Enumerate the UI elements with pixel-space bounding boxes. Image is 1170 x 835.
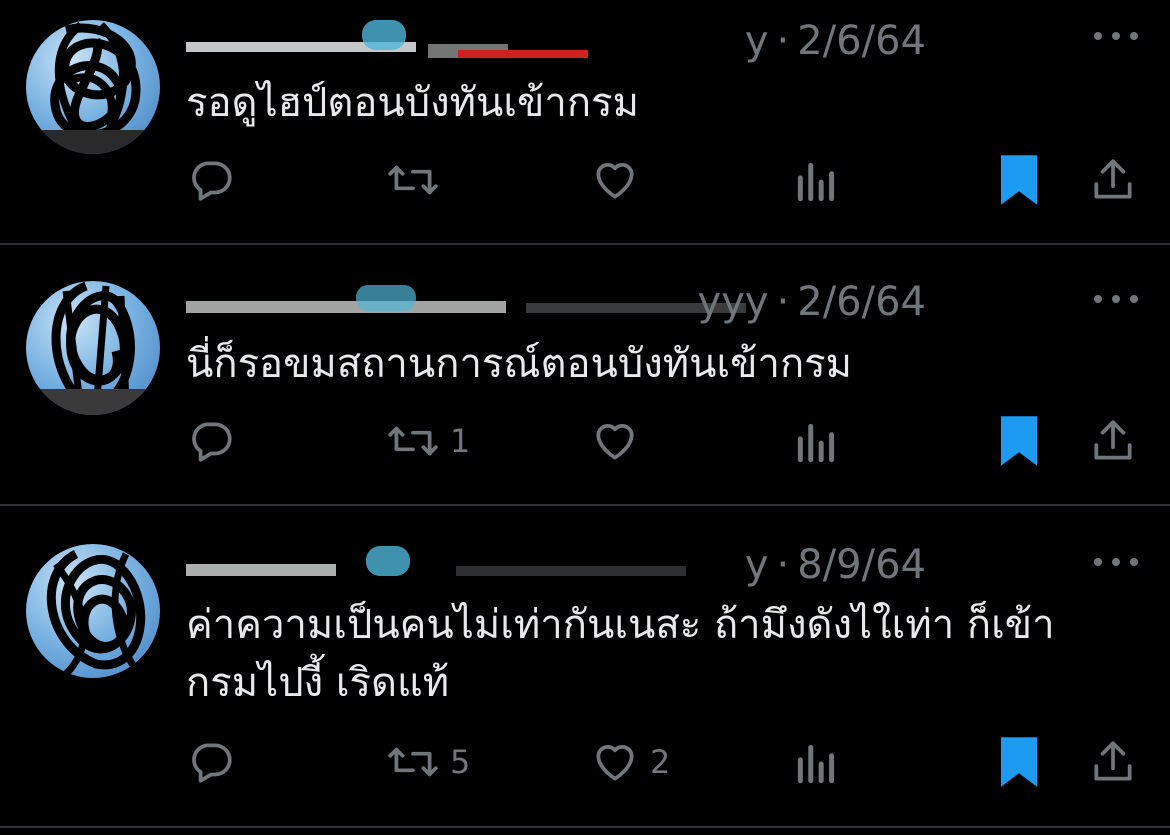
share-icon: [1094, 741, 1132, 781]
avatar-scribble: [26, 281, 160, 415]
bookmark-button[interactable]: [996, 150, 1042, 210]
meta-separator: ·: [776, 18, 790, 64]
like-button[interactable]: [590, 411, 650, 471]
retweet-icon: [388, 165, 438, 195]
heart-icon: [596, 163, 634, 199]
share-button[interactable]: [1088, 150, 1138, 210]
avatar[interactable]: [26, 20, 160, 154]
tweet[interactable]: y · 8/9/64 ค่าความเป็นคนไม่เท่ากันเนสะ ถ…: [0, 506, 1170, 835]
like-button[interactable]: 2: [590, 732, 670, 792]
tweet-feed: y · 2/6/64 รอดูไฮป์ตอนบังทันเข้ากรม yyy …: [0, 0, 1170, 835]
handle-tail: yyy: [697, 279, 769, 325]
bookmark-icon: [1001, 155, 1037, 205]
reply-icon: [192, 161, 232, 201]
bookmark-button[interactable]: [996, 732, 1042, 792]
tweet-header: y · 2/6/64: [186, 14, 926, 70]
tweet[interactable]: yyy · 2/6/64 นี่ก็รอขมสถานการณ์ตอนบังทัน…: [0, 245, 1170, 505]
more-icon[interactable]: [1094, 289, 1138, 309]
more-icon[interactable]: [1094, 552, 1138, 572]
tweet-date[interactable]: 2/6/64: [797, 279, 926, 325]
retweet-button[interactable]: 5: [386, 732, 470, 792]
avatar[interactable]: [26, 544, 160, 678]
share-icon: [1094, 159, 1132, 199]
avatar-scribble: [26, 21, 160, 154]
heart-icon: [596, 745, 634, 781]
more-icon[interactable]: [1094, 26, 1138, 46]
redacted-display-name: [186, 546, 686, 582]
handle-tail: y: [744, 542, 769, 588]
retweet-icon: [388, 747, 438, 777]
tweet-header: yyy · 2/6/64: [186, 275, 926, 331]
bookmark-button[interactable]: [996, 411, 1042, 471]
redacted-display-name: [186, 20, 588, 58]
tweet-text: ค่าความเป็นคนไม่เท่ากันเนสะ ถ้ามึงดังไใเ…: [186, 602, 1055, 706]
retweet-count: 5: [450, 743, 471, 781]
tweet-actions: 1: [0, 411, 1170, 471]
share-icon: [1094, 420, 1132, 460]
analytics-icon: [797, 423, 835, 463]
retweet-count: 1: [450, 422, 471, 460]
like-button[interactable]: [590, 150, 650, 210]
reply-button[interactable]: [186, 150, 246, 210]
views-button[interactable]: [794, 411, 840, 471]
reply-button[interactable]: [186, 411, 246, 471]
tweet-text: นี่ก็รอขมสถานการณ์ตอนบังทันเข้ากรม: [186, 341, 853, 387]
tweet-actions: 5 2: [0, 732, 1170, 792]
meta-separator: ·: [776, 542, 790, 588]
reply-button[interactable]: [186, 732, 246, 792]
reply-icon: [192, 743, 232, 783]
views-button[interactable]: [794, 150, 840, 210]
tweet-meta: yyy · 2/6/64: [698, 277, 926, 327]
handle-tail: y: [744, 18, 769, 64]
tweet-divider: [0, 826, 1170, 828]
retweet-button[interactable]: [386, 150, 450, 210]
tweet[interactable]: y · 2/6/64 รอดูไฮป์ตอนบังทันเข้ากรม: [0, 0, 1170, 244]
avatar-scribble: [46, 549, 146, 677]
redacted-display-name: [186, 285, 746, 319]
retweet-icon: [388, 426, 438, 456]
bookmark-icon: [1001, 737, 1037, 787]
retweet-button[interactable]: 1: [386, 411, 470, 471]
views-button[interactable]: [794, 732, 840, 792]
bookmark-icon: [1001, 416, 1037, 466]
avatar[interactable]: [26, 281, 160, 415]
meta-separator: ·: [776, 279, 790, 325]
share-button[interactable]: [1088, 411, 1138, 471]
analytics-icon: [797, 744, 835, 784]
analytics-icon: [797, 162, 835, 202]
heart-icon: [596, 424, 634, 460]
tweet-actions: [0, 150, 1170, 210]
share-button[interactable]: [1088, 732, 1138, 792]
tweet-text: รอดูไฮป์ตอนบังทันเข้ากรม: [186, 80, 639, 126]
reply-icon: [192, 422, 232, 462]
tweet-meta: y · 2/6/64: [745, 16, 926, 66]
like-count: 2: [650, 743, 671, 781]
tweet-header: y · 8/9/64: [186, 538, 926, 594]
tweet-meta: y · 8/9/64: [745, 540, 926, 590]
tweet-date[interactable]: 2/6/64: [797, 18, 926, 64]
tweet-date[interactable]: 8/9/64: [797, 542, 926, 588]
